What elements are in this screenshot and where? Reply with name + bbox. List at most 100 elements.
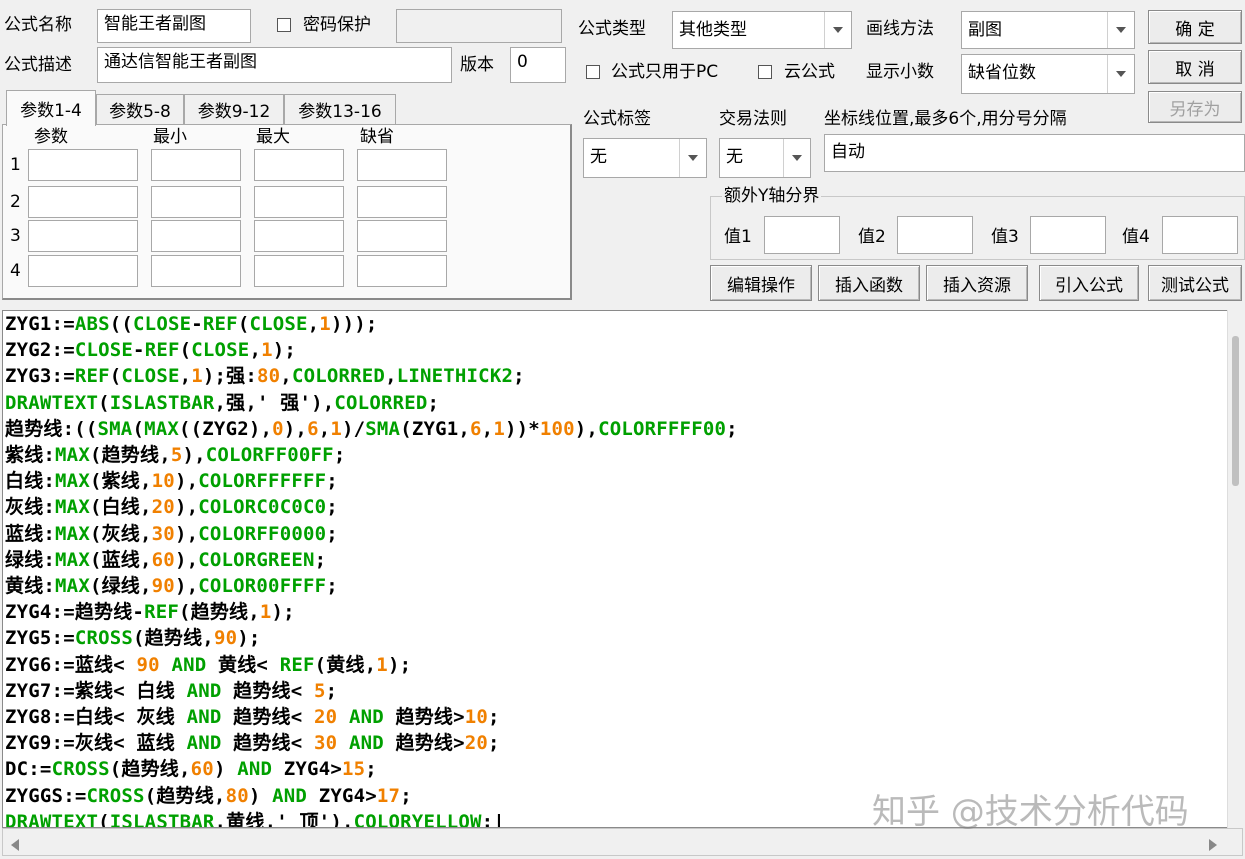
tab-params-13-16[interactable]: 参数13-16 [284,94,396,124]
param-input-max[interactable] [254,220,344,252]
value1-field[interactable] [764,216,840,254]
param-header-name: 参数 [34,127,68,147]
cloud-checkbox[interactable] [758,65,772,79]
password-field[interactable] [396,9,562,43]
vertical-scrollbar[interactable] [1227,310,1244,828]
value1-label: 值1 [724,227,752,247]
code-line[interactable]: 白线:MAX(紫线,10),COLORFFFFFF; [5,468,738,494]
code-editor[interactable]: ZYG1:=ABS((CLOSE-REF(CLOSE,1))); ZYG2:=CL… [2,310,1243,828]
tab-params-1-4[interactable]: 参数1-4 [6,90,96,126]
import-formula-button[interactable]: 引入公式 [1039,265,1139,301]
version-label: 版本 [460,55,494,75]
formula-type-value: 其他类型 [679,20,747,40]
chevron-down-icon[interactable] [1107,55,1134,93]
formula-name-field[interactable]: 智能王者副图 [97,9,251,43]
insert-resource-button[interactable]: 插入资源 [926,265,1028,301]
password-checkbox[interactable] [277,18,291,32]
draw-method-select[interactable]: 副图 [961,11,1135,49]
param-input-min[interactable] [151,149,241,181]
param-input-min[interactable] [151,220,241,252]
param-input-name[interactable] [28,149,138,181]
code-line[interactable]: 紫线:MAX(趋势线,5),COLORFF00FF; [5,442,738,468]
code-line[interactable]: 灰线:MAX(白线,20),COLORC0C0C0; [5,494,738,520]
value2-field[interactable] [897,216,973,254]
tag-value: 无 [590,147,607,167]
code-text[interactable]: ZYG1:=ABS((CLOSE-REF(CLOSE,1))); ZYG2:=CL… [5,311,738,827]
param-row-number: 3 [10,226,21,246]
decimals-select[interactable]: 缺省位数 [961,54,1135,94]
formula-desc-label: 公式描述 [4,55,72,75]
param-input-max[interactable] [254,149,344,181]
param-input-name[interactable] [28,255,138,287]
param-input-min[interactable] [151,186,241,218]
chevron-down-icon[interactable] [824,12,851,48]
value4-label: 值4 [1122,227,1150,247]
param-input-name[interactable] [28,186,138,218]
axis-label: 坐标线位置,最多6个,用分号分隔 [824,109,1067,129]
save-as-button[interactable]: 另存为 [1148,91,1242,123]
code-line[interactable]: 蓝线:MAX(灰线,30),COLORFF0000; [5,521,738,547]
chevron-down-icon[interactable] [679,139,706,177]
watermark: 知乎 @技术分析代码 [872,792,1189,832]
param-input-name[interactable] [28,220,138,252]
decimals-label: 显示小数 [866,62,934,82]
code-line[interactable]: DC:=CROSS(趋势线,60) AND ZYG4>15; [5,756,738,782]
param-input-default[interactable] [357,186,447,218]
vertical-scroll-thumb[interactable] [1232,336,1239,486]
edit-operation-button[interactable]: 编辑操作 [710,265,812,301]
param-input-default[interactable] [357,220,447,252]
param-row-number: 1 [10,155,21,175]
code-line[interactable]: ZYG7:=紫线< 白线 AND 趋势线< 5; [5,678,738,704]
extra-y-label: 额外Y轴分界 [722,185,822,207]
formula-name-label: 公式名称 [4,15,72,35]
param-input-default[interactable] [357,149,447,181]
scroll-left-icon[interactable] [11,836,19,856]
pc-only-label: 公式只用于PC [611,62,719,82]
code-line[interactable]: ZYG2:=CLOSE-REF(CLOSE,1); [5,337,738,363]
code-line[interactable]: 趋势线:((SMA(MAX((ZYG2),0),6,1)/SMA(ZYG1,6,… [5,416,738,442]
chevron-down-icon[interactable] [1107,12,1134,48]
value2-label: 值2 [858,227,886,247]
formula-type-label: 公式类型 [578,19,646,39]
cancel-button[interactable]: 取 消 [1148,50,1242,84]
param-row-number: 4 [10,261,21,281]
code-line[interactable]: 绿线:MAX(蓝线,60),COLORGREEN; [5,547,738,573]
test-formula-button[interactable]: 测试公式 [1148,265,1242,301]
code-line[interactable]: ZYG9:=灰线< 蓝线 AND 趋势线< 30 AND 趋势线>20; [5,730,738,756]
value3-field[interactable] [1030,216,1106,254]
code-line[interactable]: ZYG5:=CROSS(趋势线,90); [5,625,738,651]
code-line[interactable]: 黄线:MAX(绿线,90),COLOR00FFFF; [5,573,738,599]
code-line[interactable]: ZYG6:=蓝线< 90 AND 黄线< REF(黄线,1); [5,652,738,678]
param-input-max[interactable] [254,255,344,287]
axis-field[interactable]: 自动 [824,134,1245,172]
code-line[interactable]: DRAWTEXT(ISLASTBAR,黄线,' 顶'),COLORYELLOW;… [5,809,738,827]
tag-select[interactable]: 无 [583,138,707,178]
value3-label: 值3 [991,227,1019,247]
code-line[interactable]: DRAWTEXT(ISLASTBAR,强,' 强'),COLORRED; [5,390,738,416]
draw-method-label: 画线方法 [866,19,934,39]
formula-type-select[interactable]: 其他类型 [672,11,852,49]
pc-only-checkbox[interactable] [586,65,600,79]
chevron-down-icon[interactable] [783,139,810,177]
param-header-min: 最小 [153,127,187,147]
code-line[interactable]: ZYGGS:=CROSS(趋势线,80) AND ZYG4>17; [5,783,738,809]
trade-rule-select[interactable]: 无 [719,138,811,178]
param-input-default[interactable] [357,255,447,287]
version-field[interactable]: 0 [510,47,566,83]
code-line[interactable]: ZYG3:=REF(CLOSE,1);强:80,COLORRED,LINETHI… [5,363,738,389]
draw-method-value: 副图 [968,20,1002,40]
code-line[interactable]: ZYG4:=趋势线-REF(趋势线,1); [5,599,738,625]
tab-params-5-8[interactable]: 参数5-8 [96,94,184,124]
tab-params-9-12[interactable]: 参数9-12 [184,94,284,124]
password-label: 密码保护 [303,15,371,35]
code-line[interactable]: ZYG8:=白线< 灰线 AND 趋势线< 20 AND 趋势线>10; [5,704,738,730]
ok-button[interactable]: 确 定 [1148,10,1242,44]
param-input-max[interactable] [254,186,344,218]
scroll-right-icon[interactable] [1209,836,1217,856]
code-line[interactable]: ZYG1:=ABS((CLOSE-REF(CLOSE,1))); [5,311,738,337]
param-input-min[interactable] [151,255,241,287]
insert-function-button[interactable]: 插入函数 [818,265,920,301]
value4-field[interactable] [1162,216,1238,254]
param-header-max: 最大 [256,127,290,147]
formula-desc-field[interactable]: 通达信智能王者副图 [97,47,452,83]
